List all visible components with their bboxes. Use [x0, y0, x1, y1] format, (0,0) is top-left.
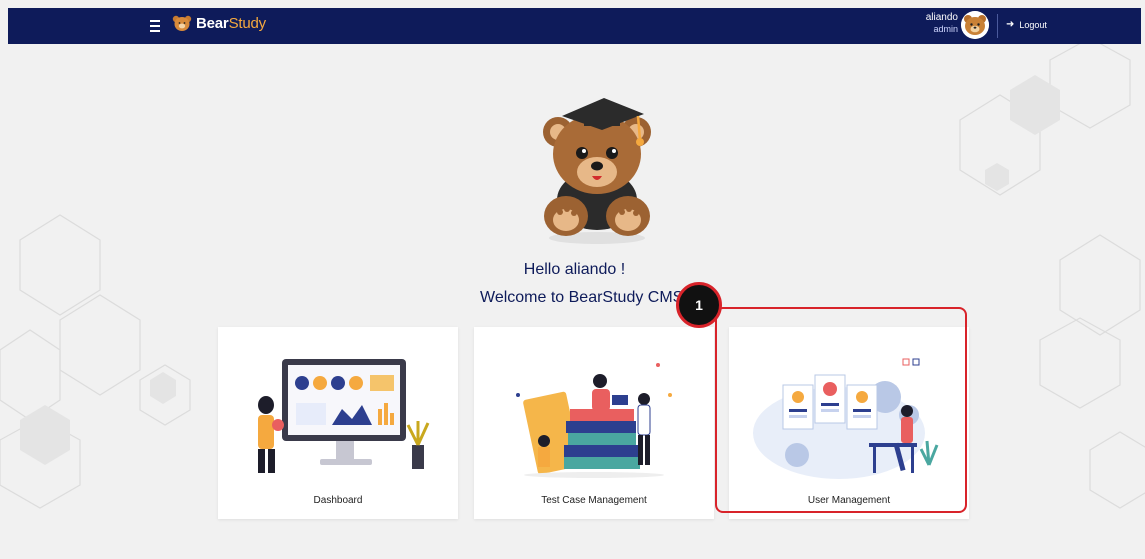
user-role: admin — [933, 24, 958, 34]
test-case-illustration-icon — [516, 363, 672, 478]
highlight-box — [715, 307, 967, 513]
greeting-hello: Hello aliando ! — [523, 261, 626, 278]
logout-icon: ➜ — [1006, 19, 1015, 30]
dashboard-illustration-icon — [258, 359, 430, 473]
navbar-divider — [997, 14, 998, 38]
dashboard-card[interactable]: Dashboard — [218, 327, 458, 519]
bear-graduate-mascot — [543, 98, 651, 244]
avatar[interactable] — [961, 11, 989, 39]
step-badge: 1 — [676, 282, 722, 328]
bear-avatar-icon — [961, 11, 989, 39]
card-label: Dashboard — [313, 495, 363, 506]
card-label: Test Case Management — [541, 495, 647, 506]
greeting-welcome: Welcome to BearStudy CMS — [480, 289, 684, 306]
app-frame: BearStudy aliando admin ➜ Logout Hello a… — [8, 8, 1145, 559]
logout-button[interactable]: ➜ Logout — [1006, 19, 1047, 30]
test-case-management-card[interactable]: Test Case Management — [474, 327, 714, 519]
logout-label: Logout — [1019, 19, 1047, 30]
brand-name: BearStudy — [196, 15, 266, 32]
hamburger-menu-icon[interactable] — [146, 17, 164, 35]
bear-logo-icon — [172, 15, 192, 31]
brand-name-light: Study — [228, 14, 267, 32]
brand-logo-link[interactable]: BearStudy — [172, 14, 266, 32]
brand-name-bold: Bear — [196, 14, 229, 32]
top-navbar: BearStudy aliando admin ➜ Logout — [8, 8, 1141, 44]
user-info: aliando admin — [914, 12, 958, 35]
user-name: aliando — [925, 12, 958, 23]
